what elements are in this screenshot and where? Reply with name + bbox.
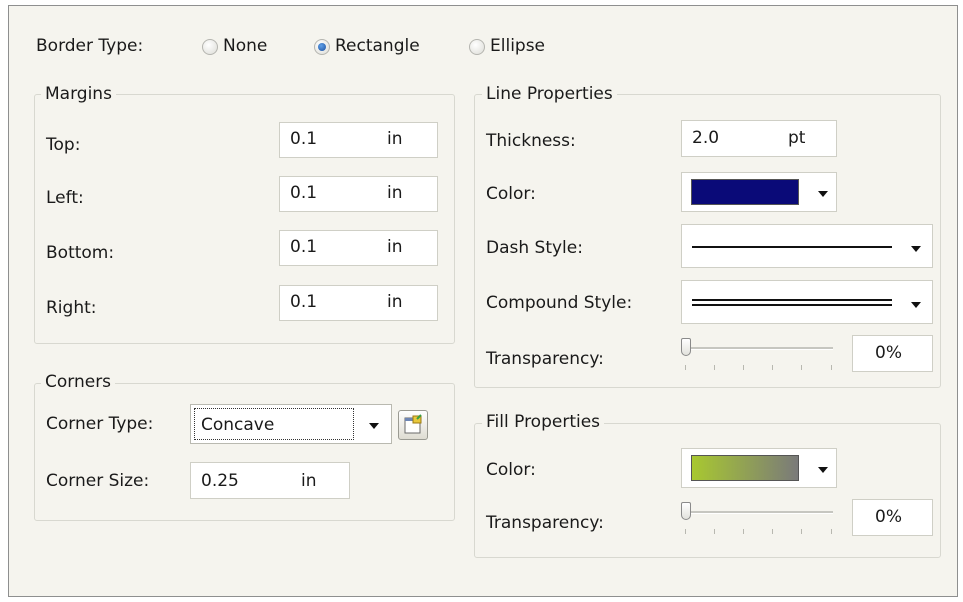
corner-size-input[interactable]: 0.25 in [190, 462, 350, 499]
dash-style-select[interactable] [681, 224, 933, 268]
margin-top-label: Top: [46, 135, 81, 155]
line-transparency-value: 0% [875, 343, 902, 363]
dash-style-preview [692, 246, 892, 248]
border-type-label: Border Type: [36, 36, 144, 56]
slider-tick [831, 529, 832, 534]
corner-type-value: Concave [201, 415, 275, 435]
slider-tick [685, 365, 686, 370]
slider-thumb[interactable] [681, 338, 691, 356]
chevron-down-icon[interactable] [911, 246, 921, 252]
margin-top-input[interactable]: 0.1 in [279, 122, 438, 158]
fill-color-swatch [691, 455, 799, 481]
chevron-down-icon[interactable] [818, 467, 828, 473]
chevron-down-icon[interactable] [818, 191, 828, 197]
fill-transparency-value: 0% [875, 507, 902, 527]
fill-color-label: Color: [486, 460, 536, 480]
radio-none-label[interactable]: None [223, 36, 267, 56]
line-properties-title: Line Properties [482, 84, 617, 104]
slider-tick [772, 365, 773, 370]
thickness-value: 2.0 [692, 128, 720, 148]
margin-bottom-value: 0.1 [290, 237, 318, 257]
corners-title: Corners [41, 372, 116, 392]
slider-track [685, 511, 833, 514]
slider-tick [685, 529, 686, 534]
fill-transparency-label: Transparency: [486, 513, 604, 533]
thickness-input[interactable]: 2.0 pt [681, 120, 837, 157]
margin-left-label: Left: [46, 188, 84, 208]
slider-tick [772, 529, 773, 534]
compound-style-select[interactable] [681, 280, 933, 324]
slider-tick [831, 365, 832, 370]
fill-transparency-input[interactable]: 0% [852, 499, 933, 536]
fill-transparency-slider[interactable] [681, 500, 841, 540]
radio-none[interactable] [202, 39, 218, 55]
margin-top-unit: in [387, 129, 403, 149]
edit-corner-icon [404, 414, 422, 434]
radio-ellipse-label[interactable]: Ellipse [490, 36, 545, 56]
margin-right-unit: in [387, 292, 403, 312]
slider-thumb[interactable] [681, 502, 691, 520]
slider-tick [801, 365, 802, 370]
margin-top-value: 0.1 [290, 129, 318, 149]
corner-size-value: 0.25 [201, 471, 239, 491]
compound-style-preview-top [692, 299, 892, 301]
line-color-picker[interactable] [681, 172, 837, 212]
radio-ellipse[interactable] [469, 39, 485, 55]
border-settings-panel: Border Type: None Rectangle Ellipse Marg… [8, 5, 958, 597]
compound-style-preview-bottom [692, 304, 892, 306]
line-transparency-input[interactable]: 0% [852, 335, 933, 372]
fill-properties-title: Fill Properties [482, 412, 605, 432]
dash-style-label: Dash Style: [486, 238, 583, 258]
radio-rectangle[interactable] [314, 39, 330, 55]
margin-bottom-input[interactable]: 0.1 in [279, 230, 438, 266]
corner-type-select[interactable]: Concave [190, 404, 392, 444]
chevron-down-icon[interactable] [911, 302, 921, 308]
thickness-label: Thickness: [486, 131, 576, 151]
thickness-unit: pt [788, 128, 806, 148]
edit-corner-button[interactable] [398, 410, 428, 440]
margin-right-label: Right: [46, 298, 97, 318]
margin-bottom-unit: in [387, 237, 403, 257]
slider-tick [743, 529, 744, 534]
corner-size-unit: in [301, 471, 317, 491]
line-color-swatch [691, 179, 799, 205]
slider-tick [743, 365, 744, 370]
margins-title: Margins [41, 84, 116, 104]
fill-color-picker[interactable] [681, 448, 837, 488]
line-transparency-label: Transparency: [486, 349, 604, 369]
slider-tick [801, 529, 802, 534]
slider-track [685, 347, 833, 350]
slider-tick [714, 365, 715, 370]
compound-style-label: Compound Style: [486, 293, 633, 313]
slider-tick [714, 529, 715, 534]
line-transparency-slider[interactable] [681, 336, 841, 376]
chevron-down-icon[interactable] [369, 423, 379, 429]
radio-rectangle-label[interactable]: Rectangle [335, 36, 420, 56]
margin-left-unit: in [387, 183, 403, 203]
margin-right-value: 0.1 [290, 292, 318, 312]
margin-right-input[interactable]: 0.1 in [279, 285, 438, 321]
margin-bottom-label: Bottom: [46, 243, 115, 263]
margin-left-value: 0.1 [290, 183, 318, 203]
line-color-label: Color: [486, 184, 536, 204]
margin-left-input[interactable]: 0.1 in [279, 176, 438, 212]
corner-size-label: Corner Size: [46, 471, 150, 491]
corner-type-label: Corner Type: [46, 414, 154, 434]
